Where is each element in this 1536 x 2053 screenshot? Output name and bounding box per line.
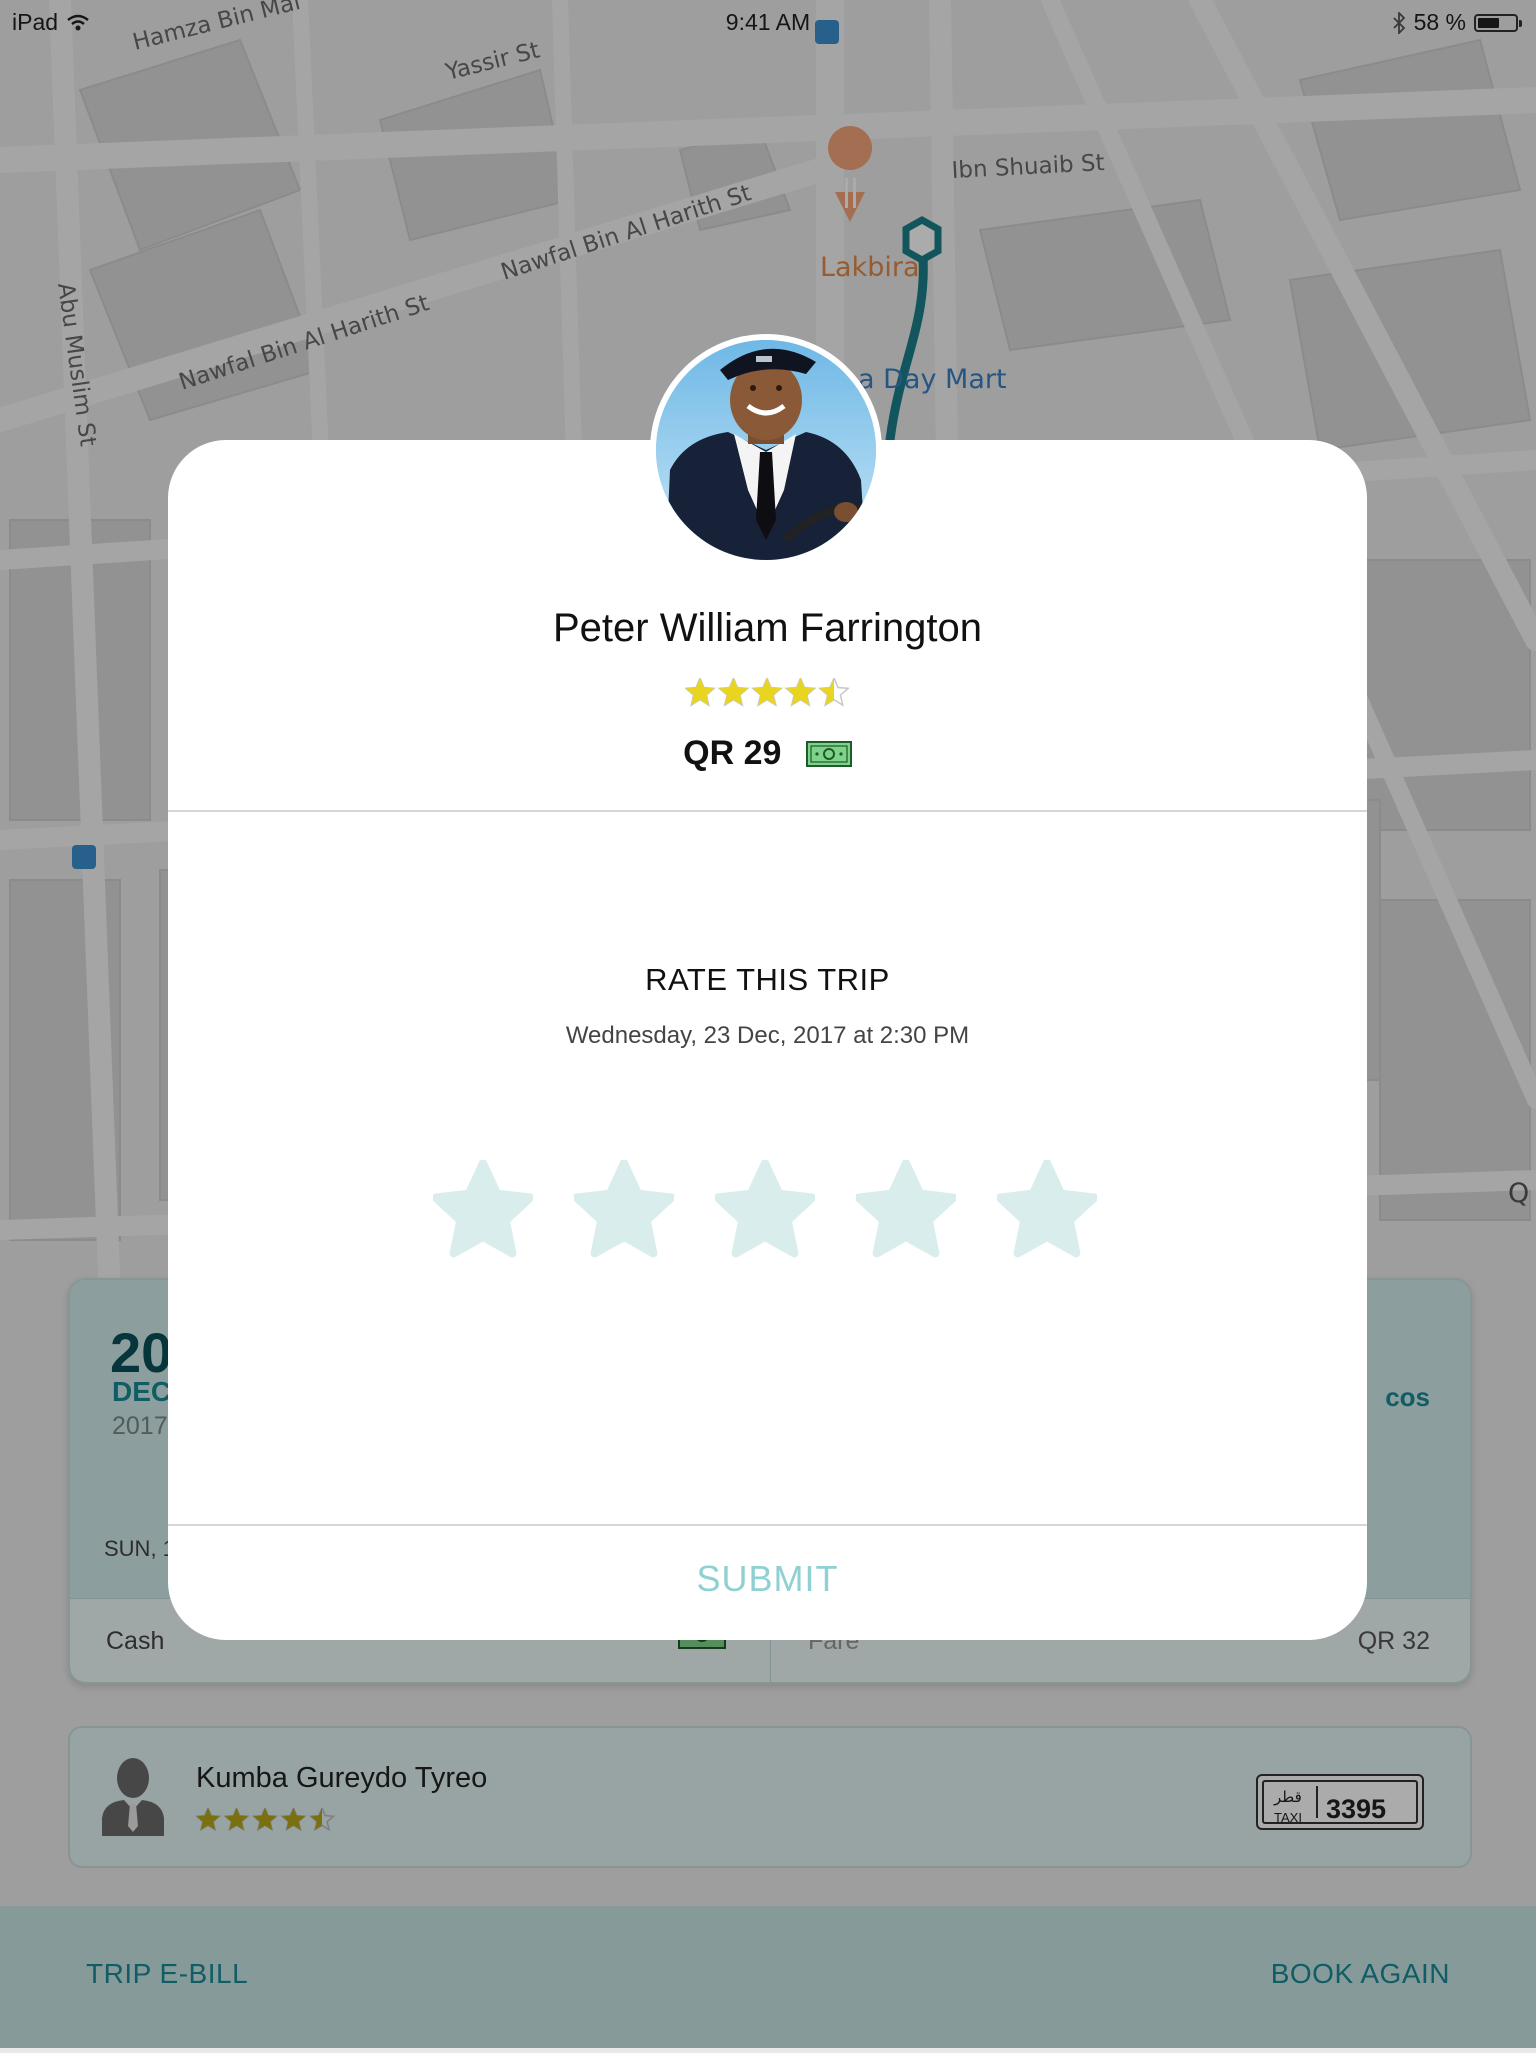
star-icon [719, 678, 748, 706]
rating-star-2-icon[interactable] [574, 1160, 674, 1260]
rate-trip-modal: Peter William Farrington QR 29 RATE THIS… [168, 440, 1367, 1640]
rating-star-4-icon[interactable] [856, 1160, 956, 1260]
rating-input [433, 1160, 1097, 1260]
driver-avatar [650, 334, 882, 566]
trip-datetime: Wednesday, 23 Dec, 2017 at 2:30 PM [565, 1022, 970, 1049]
driver-photo [656, 340, 876, 560]
divider [168, 810, 1367, 812]
modal-fare: QR 29 [683, 734, 782, 772]
star-icon [752, 678, 782, 706]
star-icon [786, 678, 815, 706]
rate-title: RATE THIS TRIP [645, 962, 890, 997]
rating-star-3-icon[interactable] [715, 1160, 815, 1260]
rating-star-5-icon[interactable] [997, 1160, 1097, 1260]
star-icon [685, 678, 715, 706]
cash-icon [805, 740, 852, 767]
modal-driver-rating [685, 678, 849, 707]
submit-button[interactable]: SUBMIT [168, 1558, 1367, 1600]
divider [168, 1524, 1367, 1526]
rating-star-1-icon[interactable] [433, 1160, 533, 1260]
fare-row: QR 29 [168, 734, 1367, 773]
modal-driver-name: Peter William Farrington [552, 606, 982, 650]
